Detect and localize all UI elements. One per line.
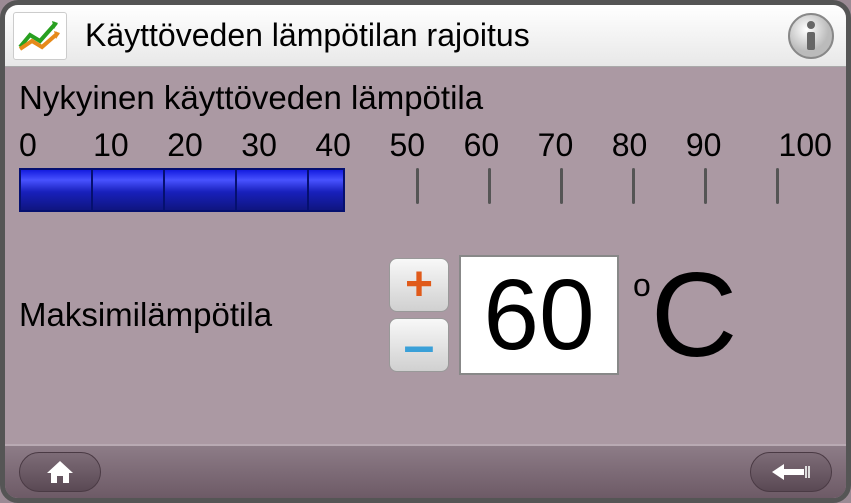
unit-celsius: C xyxy=(651,261,738,369)
increase-button[interactable]: + xyxy=(389,258,449,312)
max-temp-label: Maksimilämpötila xyxy=(19,296,389,334)
scale-tick: 30 xyxy=(241,127,313,164)
scale-tick: 90 xyxy=(686,127,758,164)
tick-mark xyxy=(597,168,669,204)
page-title: Käyttöveden lämpötilan rajoitus xyxy=(85,17,530,54)
bar-segment xyxy=(165,170,237,210)
max-temp-value: 60 xyxy=(459,255,619,375)
bar-segment xyxy=(309,170,345,210)
progress-bar-fill xyxy=(19,168,345,212)
bar-segment xyxy=(21,170,93,210)
back-button[interactable] xyxy=(750,452,832,492)
scale-tick: 10 xyxy=(93,127,165,164)
scale-tick: 80 xyxy=(612,127,684,164)
scale-tick: 60 xyxy=(464,127,536,164)
scale-tick: 20 xyxy=(167,127,239,164)
tick-mark xyxy=(453,168,525,204)
back-arrow-icon xyxy=(770,462,812,482)
tick-mark xyxy=(741,168,813,204)
current-temp-label: Nykyinen käyttöveden lämpötila xyxy=(19,79,832,117)
info-button[interactable] xyxy=(786,11,836,61)
scale-tick: 40 xyxy=(315,127,387,164)
degree-symbol: o xyxy=(633,267,651,304)
content-area: Nykyinen käyttöveden lämpötila 0 10 20 3… xyxy=(5,67,846,444)
header-bar: Käyttöveden lämpötilan rajoitus xyxy=(5,5,846,67)
tick-mark xyxy=(525,168,597,204)
decrease-button[interactable]: – xyxy=(389,318,449,372)
unit-display: o C xyxy=(633,261,737,369)
scale-tick: 50 xyxy=(389,127,461,164)
max-temp-row: Maksimilämpötila + – 60 o C xyxy=(19,255,832,375)
home-button[interactable] xyxy=(19,452,101,492)
scale-tick: 0 xyxy=(19,127,91,164)
scale-tick: 100 xyxy=(760,127,832,164)
tick-mark xyxy=(669,168,741,204)
scale-tick-row: 0 10 20 30 40 50 60 70 80 90 100 xyxy=(19,127,832,164)
footer-bar xyxy=(5,444,846,498)
trend-chart-icon xyxy=(13,12,67,60)
bar-segment xyxy=(237,170,309,210)
minus-icon: – xyxy=(403,317,434,373)
home-icon xyxy=(45,459,75,485)
plus-icon: + xyxy=(405,261,433,309)
tick-mark xyxy=(381,168,453,204)
progress-bar xyxy=(19,168,832,212)
temperature-scale: 0 10 20 30 40 50 60 70 80 90 100 xyxy=(19,127,832,217)
empty-tick-marks xyxy=(381,168,813,212)
scale-tick: 70 xyxy=(538,127,610,164)
temperature-stepper: + – xyxy=(389,258,449,372)
bar-segment xyxy=(93,170,165,210)
